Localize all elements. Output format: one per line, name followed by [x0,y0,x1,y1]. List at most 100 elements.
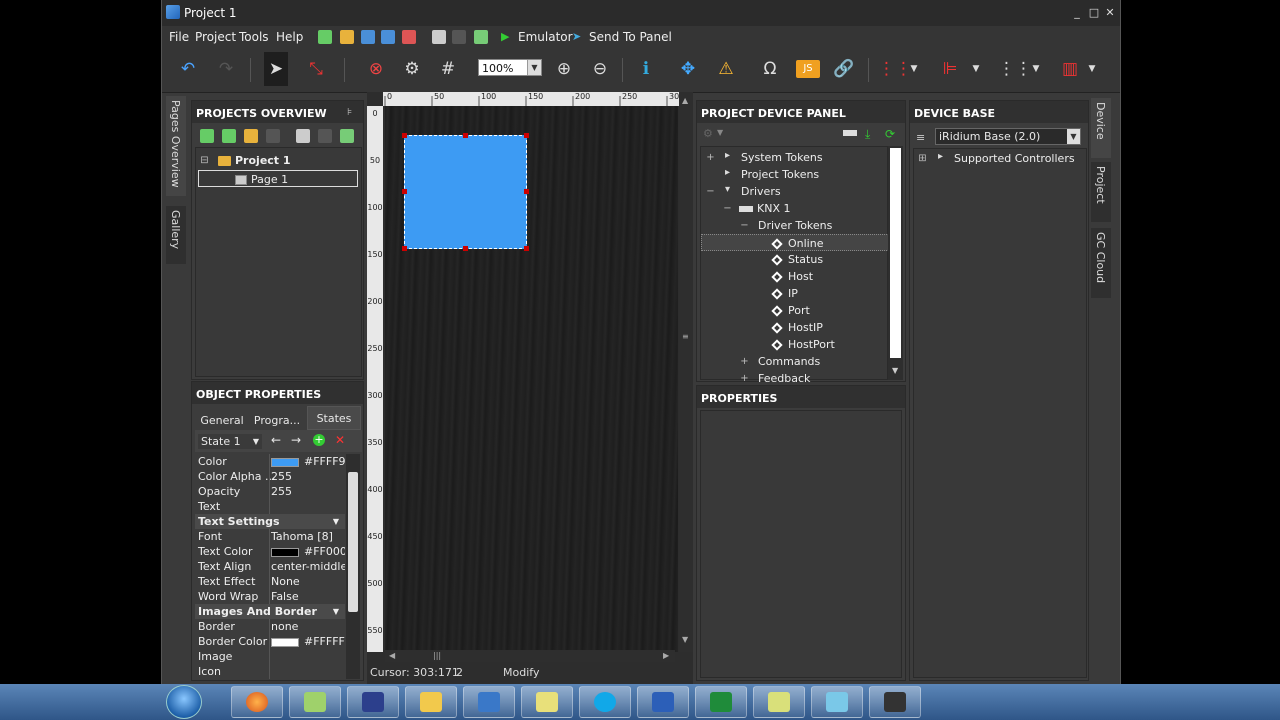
add-folder-icon[interactable] [244,129,258,143]
property-value[interactable]: None [271,574,345,589]
sync-icon[interactable] [340,129,354,143]
close-button[interactable]: ✕ [1103,6,1117,19]
taskbar-folder[interactable] [521,686,573,718]
delete-state-icon[interactable]: ✕ [335,433,345,447]
minimize-button[interactable]: _ [1070,6,1084,19]
delete-object-icon[interactable]: ⊗ [364,58,388,80]
taskbar-notes[interactable] [753,686,805,718]
taskbar-editor[interactable] [811,686,863,718]
resize-handle[interactable] [524,189,529,194]
save-all-icon[interactable] [381,30,395,44]
property-row[interactable]: Border none [195,619,345,634]
redo-icon[interactable]: ↷ [214,58,238,80]
taskbar-camera[interactable] [869,686,921,718]
delete-page-icon[interactable] [266,129,280,143]
resize-handle[interactable] [402,189,407,194]
pin-icon[interactable]: ⊧ [347,107,352,118]
paste-page-icon[interactable] [318,129,332,143]
tree-item-supported-controllers[interactable]: Supported Controllers [954,150,1075,167]
property-value[interactable]: False [271,589,345,604]
chevron-down-icon[interactable]: ▼ [964,58,988,80]
chevron-down-icon[interactable]: ▼ [333,514,339,529]
resize-handle[interactable] [402,133,407,138]
scroll-thumb[interactable] [348,472,358,612]
tab-project[interactable]: Project [1091,162,1111,222]
spacing-icon[interactable]: ⋮⋮ [998,58,1032,80]
chevron-down-icon[interactable]: ▼ [333,604,339,619]
resize-handle[interactable] [524,133,529,138]
add-state-icon[interactable]: + [313,434,325,446]
expand-toggle[interactable]: − [740,221,749,231]
chevron-down-icon[interactable]: ▼ [1024,58,1048,80]
canvas-vscroll[interactable]: ▲ ≡ ▼ [679,92,693,652]
scroll-down-icon[interactable]: ▼ [892,366,898,375]
tab-pages-overview[interactable]: Pages Overview [166,96,186,196]
arrow-right-icon[interactable]: → [291,433,301,447]
property-value[interactable]: Tahoma [8] [271,529,345,544]
refresh-icon[interactable] [474,30,488,44]
property-row[interactable]: Icon [195,664,345,679]
expand-toggle[interactable]: + [706,153,715,163]
property-value[interactable]: 255 [271,484,345,499]
menu-help[interactable]: Help [276,30,303,44]
symbol-omega-icon[interactable]: Ω [758,58,782,80]
property-row[interactable]: Color #FFFF9 [195,454,345,469]
tree-item-project[interactable]: Project 1 [218,152,291,169]
collapse-toggle[interactable]: ⊟ [200,156,209,166]
device-tree-item[interactable]: System Tokens [741,149,823,166]
properties-scrollbar[interactable] [346,454,360,679]
taskbar-browser[interactable] [231,686,283,718]
order-icon[interactable]: ▥ [1058,58,1082,80]
scroll-right-icon[interactable]: ▶ [663,651,669,660]
property-value[interactable]: none [271,619,345,634]
scroll-thumb[interactable] [890,148,901,358]
tab-programming[interactable]: Progra... [249,411,305,430]
select-tool-icon[interactable]: ➤ [264,52,288,86]
expand-toggle[interactable]: + [740,357,749,367]
expand-arrow-icon[interactable]: ▸ [938,151,943,162]
expand-arrow-icon[interactable]: ▸ [725,167,730,178]
resize-handle[interactable] [402,246,407,251]
zoom-in-icon[interactable]: ⊕ [552,58,576,80]
menu-project[interactable]: Project [195,30,236,44]
chevron-down-icon[interactable]: ▼ [1080,58,1104,80]
device-tree-item[interactable]: Commands [758,353,820,370]
selected-rectangle[interactable] [402,133,529,251]
emulator-button[interactable]: Emulator [518,30,573,44]
canvas-hscroll[interactable]: ◀ ||| ▶ [385,650,675,662]
device-tree-item[interactable]: Driver Tokens [758,217,832,234]
expand-toggle[interactable]: − [706,187,715,197]
resize-handle[interactable] [524,246,529,251]
property-value[interactable]: #FFFF9 [271,454,345,469]
resize-handle[interactable] [463,133,468,138]
resize-handle[interactable] [463,246,468,251]
copy-page-icon[interactable] [296,129,310,143]
chevron-down-icon[interactable]: ▼ [902,58,926,80]
device-tree-item[interactable]: Port [771,302,810,319]
gear-icon[interactable]: ⚙ [703,127,713,140]
device-tree-item[interactable]: IP [771,285,798,302]
property-row[interactable]: Text Effect None [195,574,345,589]
device-base-select[interactable]: iRidium Base (2.0) ▼ [935,128,1081,145]
chevron-down-icon[interactable]: ▼ [717,128,723,137]
property-value[interactable]: #FF000 [271,544,345,559]
new-page-icon[interactable] [318,30,332,44]
distribute-icon[interactable]: ⋮⋮ [878,58,912,80]
property-row[interactable]: Color Alpha ... 255 [195,469,345,484]
settings-gear-icon[interactable]: ⚙ [400,58,424,80]
property-row[interactable]: Opacity 255 [195,484,345,499]
paste-icon[interactable] [452,30,466,44]
device-tree-item[interactable]: KNX 1 [739,200,790,217]
scroll-grip-icon[interactable]: ≡ [682,332,689,341]
list-icon[interactable]: ≡ [916,131,925,144]
zoom-select[interactable]: 100% ▼ [478,59,542,76]
menu-file[interactable]: File [169,30,189,44]
download-icon[interactable]: ⤓ [865,127,870,142]
javascript-icon[interactable]: JS [796,60,820,78]
property-row[interactable]: Text Align center-middle [195,559,345,574]
zoom-out-icon[interactable]: ⊖ [588,58,612,80]
property-row[interactable]: Text Color #FF000 [195,544,345,559]
align-left-icon[interactable]: ⊫ [938,58,962,80]
scroll-down-icon[interactable]: ▼ [682,635,688,644]
menu-tools[interactable]: Tools [239,30,269,44]
